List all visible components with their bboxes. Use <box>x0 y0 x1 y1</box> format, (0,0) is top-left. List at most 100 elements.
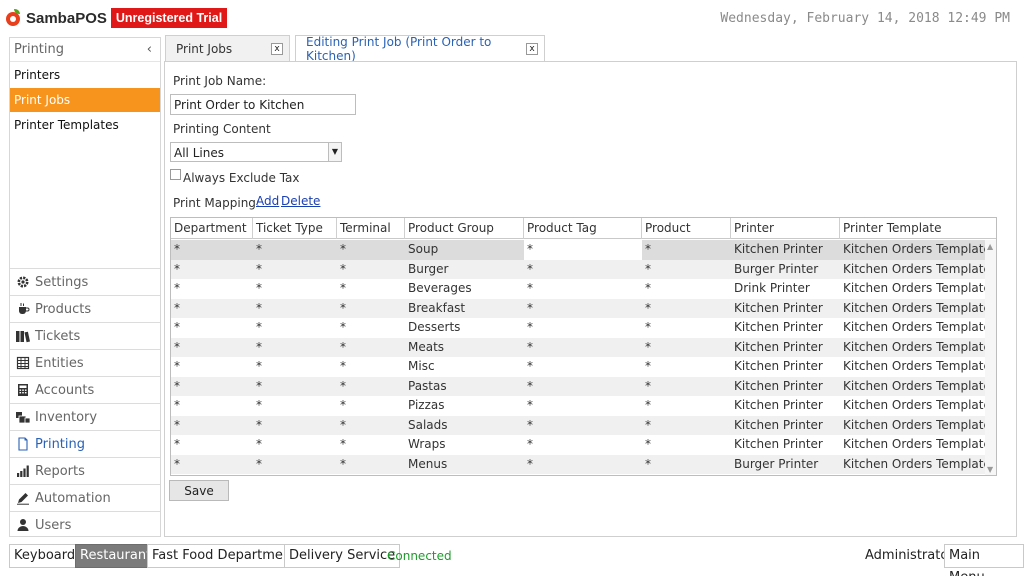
cell-product-tag[interactable]: * <box>524 338 642 358</box>
cell-ticket-type[interactable]: * <box>253 435 337 455</box>
column-header-printer-template[interactable]: Printer Template <box>840 218 996 239</box>
cell-product-group[interactable]: Salads <box>405 416 524 436</box>
cell-printer[interactable]: Kitchen Printer <box>731 299 840 319</box>
cell-printer[interactable]: Burger Printer <box>731 455 840 475</box>
cell-product[interactable]: * <box>642 260 731 280</box>
table-row[interactable]: * * * Meats * * Kitchen Printer Kitchen Orders … <box>171 337 996 358</box>
cell-terminal[interactable]: * <box>337 299 405 319</box>
column-header-ticket-type[interactable]: Ticket Type <box>253 218 337 239</box>
cell-ticket-type[interactable]: * <box>253 377 337 397</box>
close-icon[interactable]: x <box>526 43 538 55</box>
cell-department[interactable]: * <box>171 455 253 475</box>
cell-product-tag[interactable]: * <box>524 279 642 299</box>
table-row[interactable]: * * * Breakfast * * Kitchen Printer Kitchen Ord… <box>171 298 996 319</box>
cell-department[interactable]: * <box>171 396 253 416</box>
column-header-product-group[interactable]: Product Group <box>405 218 524 239</box>
main-menu-button[interactable]: Main Menu <box>944 544 1024 576</box>
nav-item-entities[interactable]: Entities <box>10 349 160 376</box>
nav-item-users[interactable]: Users <box>10 511 160 538</box>
cell-product-group[interactable]: Soup <box>405 240 524 260</box>
table-row[interactable]: * * * Salads * * Kitchen Printer Kitchen Orders… <box>171 415 996 436</box>
cell-product-group[interactable]: Menus <box>405 455 524 475</box>
cell-product-group[interactable]: Pastas <box>405 377 524 397</box>
cell-department[interactable]: * <box>171 357 253 377</box>
table-row[interactable]: * * * Pastas * * Kitchen Printer Kitchen Orders… <box>171 376 996 397</box>
cell-terminal[interactable]: * <box>337 260 405 280</box>
cell-department[interactable]: * <box>171 435 253 455</box>
cell-printer-template[interactable]: Kitchen Orders Template <box>840 416 996 436</box>
cell-printer-template[interactable]: Kitchen Orders Template <box>840 396 996 416</box>
nav-item-printing[interactable]: Printing <box>10 430 160 457</box>
cell-ticket-type[interactable]: * <box>253 455 337 475</box>
nav-item-products[interactable]: Products <box>10 295 160 322</box>
tab-print-jobs[interactable]: Print Jobs x <box>165 35 290 61</box>
chevron-down-icon[interactable]: ▼ <box>328 143 341 161</box>
cell-product-group[interactable]: Wraps <box>405 435 524 455</box>
cell-ticket-type[interactable]: * <box>253 279 337 299</box>
cell-printer[interactable]: Kitchen Printer <box>731 435 840 455</box>
scroll-down-icon[interactable]: ▼ <box>987 465 993 474</box>
cell-product-group[interactable]: Desserts <box>405 318 524 338</box>
cell-product-group[interactable]: Breakfast <box>405 299 524 319</box>
nav-item-accounts[interactable]: Accounts <box>10 376 160 403</box>
table-row[interactable]: * * * Misc * * Kitchen Printer Kitchen Orders T… <box>171 357 996 377</box>
close-icon[interactable]: x <box>271 43 283 55</box>
cell-printer[interactable]: Kitchen Printer <box>731 396 840 416</box>
left-item-print-jobs[interactable]: Print Jobs <box>10 88 160 112</box>
cell-ticket-type[interactable]: * <box>253 318 337 338</box>
cell-printer-template[interactable]: Kitchen Orders Template <box>840 455 996 475</box>
left-item-printers[interactable]: Printers <box>10 63 160 87</box>
cell-product-tag[interactable]: * <box>524 357 642 377</box>
cell-department[interactable]: * <box>171 338 253 358</box>
cell-terminal[interactable]: * <box>337 279 405 299</box>
cell-product-tag[interactable]: * <box>524 416 642 436</box>
cell-product-tag[interactable]: * <box>524 396 642 416</box>
cell-terminal[interactable]: * <box>337 377 405 397</box>
cell-product-group[interactable]: Beverages <box>405 279 524 299</box>
table-row[interactable]: * * * Beverages * * Drink Printer Kitchen Order… <box>171 279 996 299</box>
left-item-printer-templates[interactable]: Printer Templates <box>10 113 160 137</box>
cell-printer-template[interactable]: Kitchen Orders Template <box>840 318 996 338</box>
cell-department[interactable]: * <box>171 416 253 436</box>
add-mapping-link[interactable]: Add <box>256 194 279 208</box>
grid-scrollbar[interactable]: ▲ ▼ <box>985 240 996 475</box>
cell-product[interactable]: * <box>642 435 731 455</box>
column-header-terminal[interactable]: Terminal <box>337 218 405 239</box>
delete-mapping-link[interactable]: Delete <box>281 194 320 208</box>
cell-terminal[interactable]: * <box>337 357 405 377</box>
cell-department[interactable]: * <box>171 318 253 338</box>
cell-terminal[interactable]: * <box>337 240 405 260</box>
cell-product-tag[interactable]: * <box>524 318 642 338</box>
cell-product[interactable]: * <box>642 377 731 397</box>
cell-product[interactable]: * <box>642 279 731 299</box>
print-job-name-input[interactable]: Print Order to Kitchen <box>170 94 356 115</box>
column-header-printer[interactable]: Printer <box>731 218 840 239</box>
cell-printer[interactable]: Kitchen Printer <box>731 240 840 260</box>
table-row[interactable]: * * * Wraps * * Kitchen Printer Kitchen Orders … <box>171 435 996 455</box>
cell-product[interactable]: * <box>642 338 731 358</box>
cell-printer-template[interactable]: Kitchen Orders Template <box>840 357 996 377</box>
table-row[interactable]: * * * Burger * * Burger Printer Kitchen Orders … <box>171 259 996 280</box>
cell-department[interactable]: * <box>171 299 253 319</box>
nav-item-reports[interactable]: Reports <box>10 457 160 484</box>
collapse-chevron-icon[interactable]: ‹ <box>147 42 152 57</box>
save-button[interactable]: Save <box>169 480 229 501</box>
column-header-department[interactable]: Department <box>171 218 253 239</box>
cell-product[interactable]: * <box>642 455 731 475</box>
table-row[interactable]: * * * Soup * * Kitchen Printer Kitchen Orders T… <box>171 240 996 260</box>
cell-printer[interactable]: Kitchen Printer <box>731 416 840 436</box>
cell-product-tag[interactable]: * <box>524 260 642 280</box>
cell-ticket-type[interactable]: * <box>253 240 337 260</box>
cell-terminal[interactable]: * <box>337 416 405 436</box>
cell-printer-template[interactable]: Kitchen Orders Template <box>840 240 996 260</box>
nav-item-settings[interactable]: Settings <box>10 268 160 295</box>
cell-product[interactable]: * <box>642 299 731 319</box>
table-row[interactable]: * * * Menus * * Burger Printer Kitchen Orders T… <box>171 454 996 475</box>
scroll-up-icon[interactable]: ▲ <box>987 242 993 251</box>
cell-printer-template[interactable]: Kitchen Orders Template <box>840 435 996 455</box>
table-row[interactable]: * * * Pizzas * * Kitchen Printer Kitchen Orders… <box>171 396 996 416</box>
always-exclude-tax-checkbox[interactable] <box>170 169 181 180</box>
cell-printer[interactable]: Burger Printer <box>731 260 840 280</box>
keyboard-button[interactable]: Keyboard <box>9 544 81 568</box>
cell-ticket-type[interactable]: * <box>253 416 337 436</box>
